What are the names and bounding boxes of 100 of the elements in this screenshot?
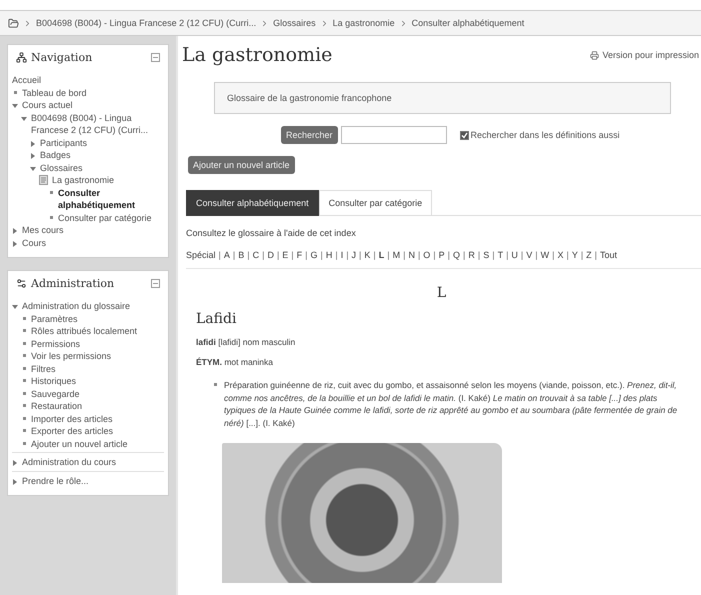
letter-link[interactable]: S [483, 250, 490, 260]
letter-link[interactable]: G [310, 250, 318, 260]
nav-item[interactable]: Cours [22, 236, 46, 249]
letter-link[interactable]: Y [572, 250, 578, 260]
nav-item[interactable]: Restauration [31, 400, 82, 412]
letter-link[interactable]: X [557, 250, 564, 260]
collapse-icon[interactable] [151, 279, 160, 288]
letter-link[interactable]: B [238, 250, 244, 260]
nav-item[interactable]: Participants [40, 136, 88, 149]
separator: | [403, 250, 406, 260]
print-link[interactable]: Version pour impression [590, 44, 699, 60]
nav-item[interactable]: Ajouter un nouvel article [31, 438, 128, 450]
page-title: La gastronomie [182, 44, 332, 66]
bullet-icon [22, 392, 26, 394]
nav-item[interactable]: Exporter des articles [31, 425, 114, 438]
nav-item[interactable]: Glossaires [40, 162, 83, 174]
nav-item[interactable]: Sauvegarde [31, 388, 80, 400]
letter-link[interactable]: Z [586, 250, 592, 260]
nav-item[interactable]: Permissions [31, 338, 80, 350]
separator: | [359, 250, 362, 260]
caret-right-icon[interactable] [12, 240, 18, 246]
collapse-icon[interactable] [151, 53, 160, 62]
caret-down-icon[interactable] [12, 103, 18, 109]
nav-item[interactable]: La gastronomie [52, 174, 114, 186]
letter-link[interactable]: O [423, 250, 430, 260]
bullet-icon [22, 354, 26, 357]
entry-line: ÉTYM. mot maninka [196, 357, 274, 367]
letter-link[interactable]: C [252, 250, 260, 260]
letter-link[interactable]: I [340, 250, 344, 260]
letter-link[interactable]: J [352, 250, 356, 260]
letter-link[interactable]: F [296, 250, 302, 260]
nav-item[interactable]: Prendre le rôle... [22, 474, 89, 487]
letter-link[interactable]: W [540, 250, 550, 260]
caret-right-icon[interactable] [12, 460, 18, 466]
letter-link[interactable]: M [392, 250, 400, 260]
letter-link[interactable]: V [526, 250, 532, 260]
separator: | [305, 250, 308, 260]
letter-link[interactable]: Tout [600, 250, 618, 260]
caret-right-icon[interactable] [30, 140, 36, 146]
nav-item[interactable]: Voir les permissions [31, 350, 112, 362]
separator: | [478, 250, 480, 260]
separator: | [433, 250, 436, 260]
separator: | [218, 250, 221, 260]
bullet-icon [22, 329, 26, 332]
nav-item[interactable]: Administration du glossaire [22, 300, 130, 312]
letter-link[interactable]: E [282, 250, 288, 260]
tab[interactable]: Consulter par catégorie [318, 190, 432, 216]
caret-right-icon[interactable] [12, 478, 18, 484]
add-article-button[interactable]: Ajouter un nouvel article [188, 156, 295, 174]
letter-link[interactable]: R [468, 250, 475, 260]
caret-down-icon[interactable] [12, 304, 18, 310]
letter-link[interactable]: H [326, 250, 332, 260]
separator: | [373, 250, 376, 260]
nav-item[interactable]: B004698 (B004) - Lingua Francese 2 (12 CFU) (Curri... [31, 112, 164, 136]
separator: | [492, 250, 495, 260]
caret-down-icon[interactable] [21, 116, 27, 122]
letter-link[interactable]: Spécial [186, 250, 216, 260]
nav-item[interactable]: Filtres [31, 362, 56, 375]
letter-link[interactable]: P [438, 250, 445, 260]
bullet-icon [22, 442, 26, 444]
letter-link[interactable]: T [498, 250, 504, 260]
nav-item[interactable]: Consulter alphabétiquement [58, 186, 164, 212]
bullet-icon [22, 366, 26, 370]
breadcrumb-link[interactable]: Glossaires [273, 18, 316, 28]
separator: | [566, 250, 569, 260]
nav-item[interactable]: Rôles attribués localement [31, 325, 138, 338]
nav-item[interactable]: Administration du cours [22, 456, 116, 468]
tab[interactable]: Consulter alphabétiquement [186, 190, 319, 216]
letter-link[interactable]: N [408, 250, 415, 260]
separator: | [276, 250, 280, 260]
breadcrumb-link[interactable]: La gastronomie [332, 18, 395, 28]
nav-item[interactable]: Consulter par catégorie [58, 212, 152, 224]
nav-item[interactable]: Mes cours [22, 224, 64, 236]
nav-item[interactable]: Importer des articles [31, 412, 113, 425]
letter-link[interactable]: D [267, 250, 274, 260]
separator: | [552, 250, 554, 260]
block-title: Administration [16, 277, 114, 290]
nav-item[interactable]: Accueil [12, 74, 42, 86]
caret-down-icon[interactable] [30, 166, 36, 172]
nav-item[interactable]: Cours actuel [22, 99, 73, 112]
letter-link[interactable]: L [378, 250, 384, 260]
search-field[interactable] [340, 126, 447, 144]
bullet-icon [14, 90, 16, 94]
caret-right-icon[interactable] [12, 228, 18, 234]
search-button[interactable]: Rechercher [281, 126, 338, 144]
folder-icon[interactable] [8, 18, 19, 28]
nav-item[interactable]: Badges [40, 149, 71, 162]
breadcrumb-link[interactable]: B004698 (B004) - Lingua Francese 2 (12 CFU) (Curri... [36, 18, 256, 28]
checkbox[interactable] [460, 130, 469, 140]
index-hint: Consultez le glossaire à l'aide de cet index [186, 228, 357, 238]
nav-item[interactable]: Historiques [31, 375, 76, 388]
letter-link[interactable]: A [224, 250, 230, 260]
letter-link[interactable]: K [364, 250, 370, 260]
letter-link[interactable]: U [511, 250, 518, 260]
letter-link[interactable]: Q [453, 250, 460, 260]
caret-right-icon[interactable] [30, 153, 36, 159]
breadcrumb-link[interactable]: Consulter alphabétiquement [412, 18, 524, 28]
separator: | [291, 250, 294, 260]
nav-item[interactable]: Paramètres [31, 312, 78, 325]
nav-item[interactable]: Tableau de bord [22, 86, 87, 99]
